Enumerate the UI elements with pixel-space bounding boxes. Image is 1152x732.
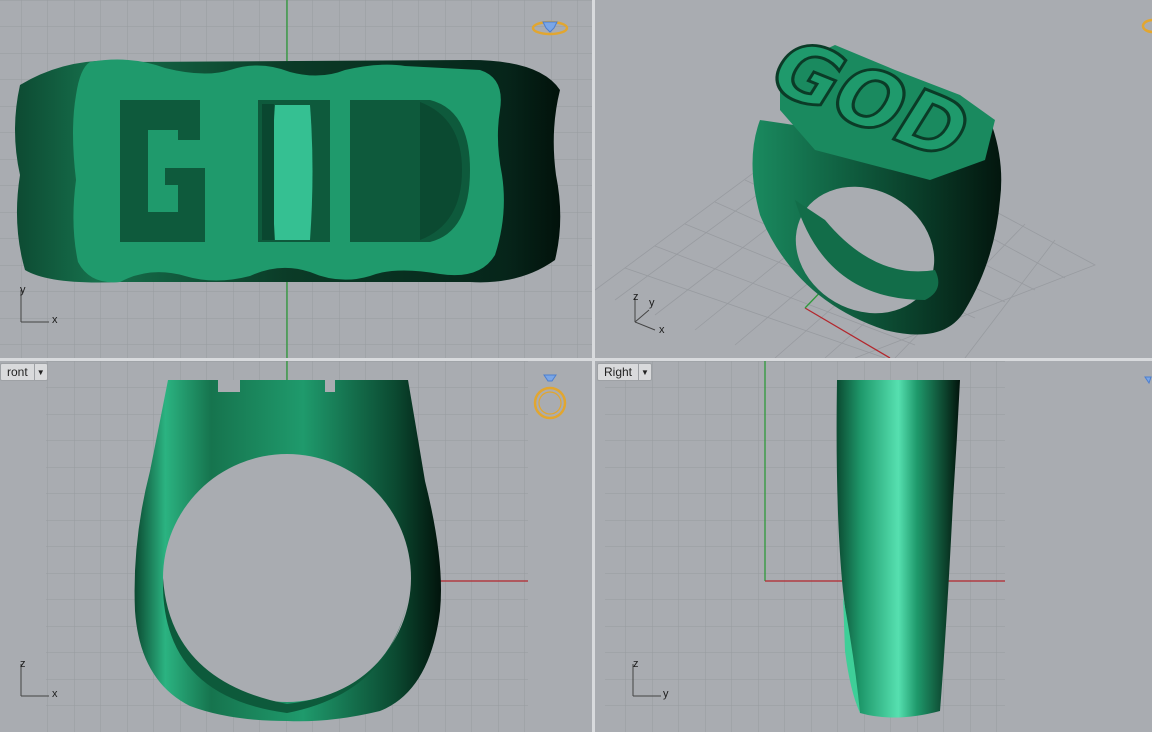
viewport-splitter-vertical[interactable] <box>592 0 595 732</box>
ring-gem-icon <box>531 20 569 36</box>
viewport-top[interactable]: GOD y x <box>0 0 592 358</box>
viewport-right[interactable]: Right ▼ z y <box>595 361 1152 732</box>
front-grid <box>46 361 528 732</box>
viewport-dropdown-icon[interactable]: ▼ <box>638 364 651 380</box>
axis-label-z: z <box>633 291 639 303</box>
right-grid <box>605 361 1005 732</box>
axis-label-y: y <box>649 297 655 309</box>
axis-label-y: y <box>20 284 26 296</box>
axis-label-x: x <box>52 688 58 700</box>
ring-gem-icon <box>533 374 567 420</box>
viewport-perspective[interactable]: GOD z y x <box>595 0 1152 358</box>
viewport-front[interactable]: ront ▼ z x <box>0 361 592 732</box>
axis-label-x: x <box>52 314 58 326</box>
axis-label-z: z <box>20 658 26 670</box>
viewport-label-text: Right <box>604 365 633 379</box>
viewport-label-text: ront <box>7 365 28 379</box>
axis-label-z: z <box>633 658 639 670</box>
ring-gem-icon <box>1144 376 1152 385</box>
axis-label-x: x <box>659 324 665 336</box>
viewport-dropdown-icon[interactable]: ▼ <box>33 364 47 380</box>
ring-gem-icon <box>1141 18 1152 34</box>
viewport-label-right[interactable]: Right ▼ <box>597 363 653 381</box>
viewport-label-front[interactable]: ront ▼ <box>0 363 48 381</box>
viewport-splitter-horizontal[interactable] <box>0 358 1152 361</box>
perspective-grid: GOD <box>595 22 1096 358</box>
axis-label-y: y <box>663 688 669 700</box>
